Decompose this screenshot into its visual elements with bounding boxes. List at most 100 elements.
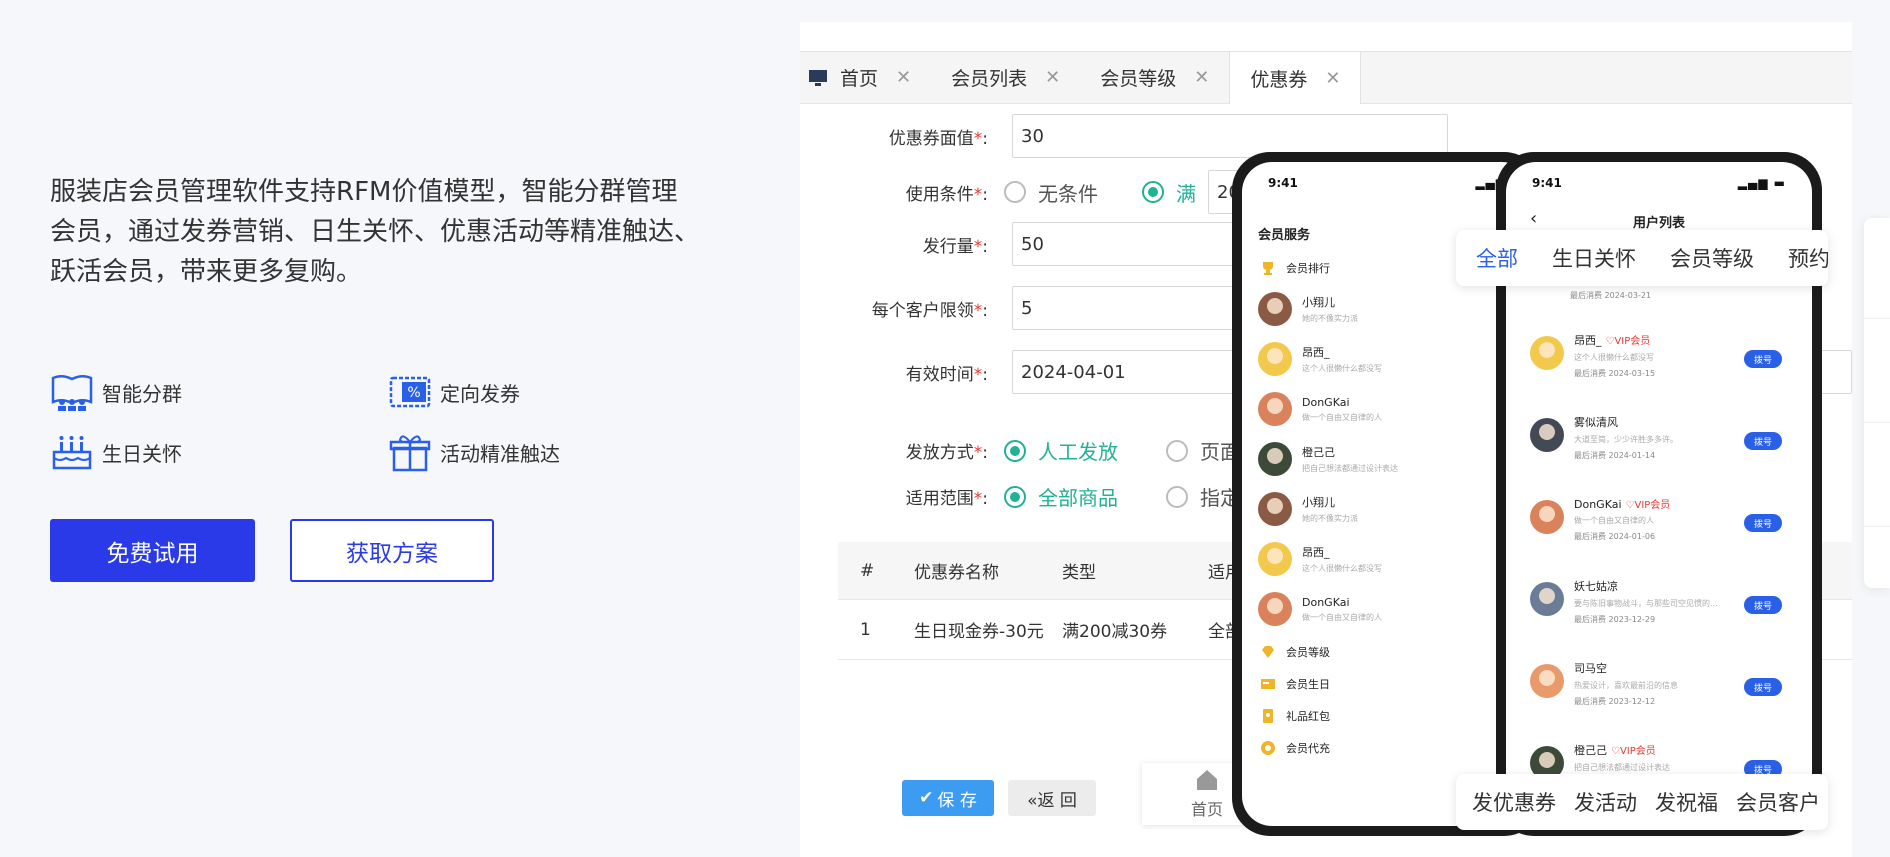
trophy-icon xyxy=(1258,258,1278,278)
list-item[interactable]: 雾似清风 大道至简，少少许胜多多许。 最后消费 2024-01-14 xyxy=(1530,414,1750,461)
back-button[interactable]: «返 回 xyxy=(1008,780,1096,816)
list-item[interactable]: 橙己己 把自己想法都通过设计表达 xyxy=(1258,442,1398,476)
intro-line-3: 跃活会员，带来更多复购。 xyxy=(50,257,363,287)
required-mark: * xyxy=(973,128,983,149)
list-item[interactable]: 小翔儿 她的不像实力派 xyxy=(1258,492,1358,526)
member-filter-tabs: 全部 生日关怀 会员等级 预约 xyxy=(1456,230,1828,286)
feature-birthday-care: 生日关怀 xyxy=(50,432,182,472)
cake-icon xyxy=(50,432,94,472)
filter-tab-booking[interactable]: 预约 xyxy=(1788,243,1828,273)
form-row-scope: 适用范围*: 全部商品 指定 xyxy=(800,482,1240,511)
radio-manual-issue[interactable]: 人工发放 xyxy=(1004,436,1118,465)
action-member-customer[interactable]: 会员客户 xyxy=(1736,787,1820,817)
col-index: # xyxy=(860,560,875,581)
tab-member-level[interactable]: 会员等级 ✕ xyxy=(1080,52,1229,103)
list-item[interactable]: 妖七姑凉 要与陈旧事物战斗，与那些司空见惯的... 最后消费 2023-12-29 xyxy=(1530,578,1750,625)
close-icon[interactable]: ✕ xyxy=(1194,67,1209,88)
tab-label: 首页 xyxy=(840,68,879,90)
coin-icon xyxy=(1258,738,1278,758)
dial-button[interactable]: 拨号 xyxy=(1744,432,1782,450)
avatar xyxy=(1530,336,1564,370)
action-send-activity[interactable]: 发活动 xyxy=(1574,787,1637,817)
cell-type: 满200减30券 xyxy=(1062,622,1168,642)
radio-all-products[interactable]: 全部商品 xyxy=(1004,482,1118,511)
action-send-greeting[interactable]: 发祝福 xyxy=(1655,787,1718,817)
field-label: 发行量 xyxy=(922,236,974,257)
radio-dot xyxy=(1004,181,1026,203)
card-icon xyxy=(1258,674,1278,694)
list-item[interactable]: 小翔儿 她的不像实力派 xyxy=(1258,292,1358,326)
field-label: 发放方式 xyxy=(905,443,974,463)
intro-line-1: 服装店会员管理软件支持RFM价值模型，智能分群管理 xyxy=(50,177,678,207)
radio-page-issue[interactable]: 页面 xyxy=(1166,436,1240,465)
form-row-method: 发放方式*: 人工发放 页面 xyxy=(800,436,1240,465)
avatar xyxy=(1530,418,1564,452)
menu-member-birthday[interactable]: 会员生日 xyxy=(1258,674,1330,694)
tab-home[interactable]: 首页 ✕ xyxy=(800,52,931,103)
list-item[interactable]: DonGKai 做一个自由又自律的人 xyxy=(1258,592,1382,626)
close-icon[interactable]: ✕ xyxy=(1045,67,1060,88)
field-label: 每个客户限领 xyxy=(871,300,974,321)
gift-icon xyxy=(388,432,432,472)
intro-line-2: 会员，通过发券营销、日生关怀、优惠活动等精准触达、 xyxy=(50,217,701,247)
field-label: 有效时间 xyxy=(905,364,974,385)
radio-no-condition[interactable]: 无条件 xyxy=(1004,178,1098,207)
tab-label: 会员列表 xyxy=(951,68,1028,90)
radio-specified-products[interactable]: 指定 xyxy=(1166,482,1240,511)
list-item[interactable]: 昂西_ 这个人很懒什么都没写 xyxy=(1258,542,1382,576)
field-label: 适用范围 xyxy=(905,489,974,509)
menu-member-recharge[interactable]: 会员代充 xyxy=(1258,738,1330,758)
signal-icon: ▂▄▆ ▬ xyxy=(1737,176,1786,190)
menu-member-level[interactable]: 会员等级 xyxy=(1258,642,1330,662)
field-label: 使用条件 xyxy=(905,184,974,205)
col-type: 类型 xyxy=(1062,563,1096,583)
tab-member-list[interactable]: 会员列表 ✕ xyxy=(931,52,1080,103)
radio-dot xyxy=(1166,439,1188,462)
avatar xyxy=(1258,342,1292,376)
filter-tab-level[interactable]: 会员等级 xyxy=(1670,243,1754,273)
cell-coupon-name: 生日现金券-30元 xyxy=(914,622,1044,642)
cell-index: 1 xyxy=(860,619,871,640)
list-item[interactable]: 司马空 热爱设计，喜欢最前沿的信息 最后消费 2023-12-12 xyxy=(1530,660,1750,707)
dial-button[interactable]: 拨号 xyxy=(1744,678,1782,696)
list-item[interactable]: 昂西_ 这个人很懒什么都没写 xyxy=(1258,342,1382,376)
group-icon xyxy=(50,372,94,412)
coupon-icon: % xyxy=(388,372,432,412)
avatar xyxy=(1258,292,1292,326)
free-trial-button[interactable]: 免费试用 xyxy=(50,519,255,582)
feature-label: 智能分群 xyxy=(102,381,182,406)
list-item[interactable]: DonGKai 做一个自由又自律的人 xyxy=(1258,392,1382,426)
monitor-icon xyxy=(808,69,828,87)
tab-coupon[interactable]: 优惠券 ✕ xyxy=(1229,52,1362,104)
action-send-coupon[interactable]: 发优惠券 xyxy=(1472,787,1556,817)
menu-member-rank[interactable]: 会员排行 xyxy=(1258,258,1330,278)
radio-dot xyxy=(1166,485,1188,508)
avatar xyxy=(1258,492,1292,526)
avatar xyxy=(1530,500,1564,534)
partial-last-purchase: 最后消费 2024-03-21 xyxy=(1570,291,1652,300)
dial-button[interactable]: 拨号 xyxy=(1744,596,1782,614)
feature-precise-activity: 活动精准触达 xyxy=(388,432,560,472)
close-icon[interactable]: ✕ xyxy=(896,67,911,88)
feature-label: 生日关怀 xyxy=(102,441,182,466)
list-item[interactable]: DonGKai ♡VIP会员 做一个自由又自律的人 最后消费 2024-01-06 xyxy=(1530,496,1750,542)
svg-text:%: % xyxy=(407,385,420,401)
user-list-title: 用户列表 xyxy=(1632,216,1685,231)
tab-bar: 首页 ✕ 会员列表 ✕ 会员等级 ✕ 优惠券 ✕ xyxy=(800,52,1852,104)
member-service-title: 会员服务 xyxy=(1258,228,1311,243)
close-icon[interactable]: ✕ xyxy=(1325,68,1340,89)
dial-button[interactable]: 拨号 xyxy=(1744,350,1782,368)
col-coupon-name: 优惠券名称 xyxy=(914,563,999,583)
filter-tab-birthday[interactable]: 生日关怀 xyxy=(1552,243,1636,273)
red-packet-icon xyxy=(1258,706,1278,726)
intro-text: 服装店会员管理软件支持RFM价值模型，智能分群管理 会员，通过发券营销、日生关怀… xyxy=(50,172,730,292)
menu-gift-packet[interactable]: 礼品红包 xyxy=(1258,706,1330,726)
filter-tab-all[interactable]: 全部 xyxy=(1476,243,1518,273)
save-button[interactable]: ✔ 保 存 xyxy=(902,780,994,816)
list-item[interactable]: 昂西_ ♡VIP会员 这个人很懒什么都没写 最后消费 2024-03-15 xyxy=(1530,332,1750,379)
dial-button[interactable]: 拨号 xyxy=(1744,514,1782,532)
avatar xyxy=(1530,582,1564,616)
radio-full-amount[interactable]: 满 xyxy=(1142,178,1196,207)
get-solution-button[interactable]: 获取方案 xyxy=(290,519,494,582)
diamond-icon xyxy=(1258,642,1278,662)
